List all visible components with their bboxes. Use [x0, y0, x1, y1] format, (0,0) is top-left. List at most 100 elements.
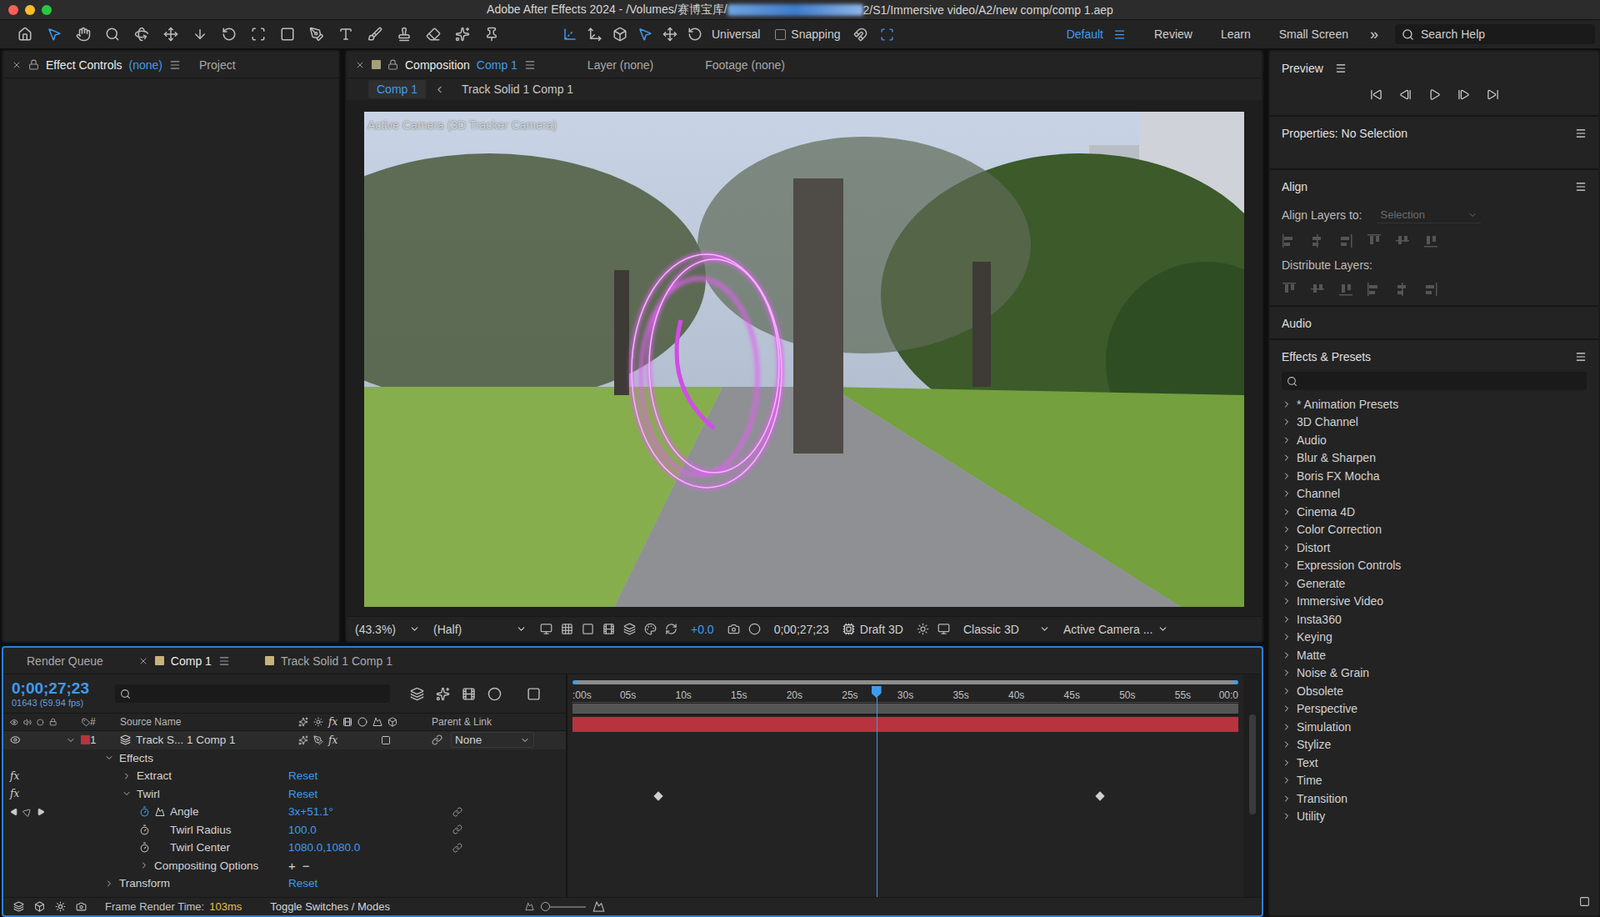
- effect-category[interactable]: Transition: [1281, 789, 1587, 808]
- motion-blur-icon[interactable]: [487, 686, 502, 701]
- property-row[interactable]: Angle3x+51.1°: [3, 802, 566, 821]
- keyframe[interactable]: [1095, 790, 1105, 800]
- tool-button[interactable]: [610, 23, 630, 45]
- frame-blending-icon[interactable]: [461, 686, 476, 701]
- next-keyframe-icon[interactable]: [36, 807, 45, 816]
- layer-duration-bar[interactable]: [572, 716, 1239, 732]
- property-row[interactable]: Twirl Radius100.0: [3, 820, 566, 840]
- workspace-tab[interactable]: Learn: [1220, 27, 1251, 41]
- tool-button[interactable]: [131, 23, 152, 45]
- tool-button[interactable]: [685, 23, 705, 45]
- lock-icon[interactable]: [28, 59, 40, 70]
- menu-icon[interactable]: [218, 655, 230, 667]
- grid-icon[interactable]: [560, 622, 574, 635]
- effect-category[interactable]: Expression Controls: [1281, 556, 1587, 575]
- align-icon[interactable]: [1366, 281, 1382, 297]
- ground-plane-icon[interactable]: [937, 622, 950, 635]
- graph-icon[interactable]: [155, 806, 165, 817]
- panel-tab[interactable]: Project: [199, 58, 236, 72]
- tool-button[interactable]: [44, 23, 65, 45]
- tool-button[interactable]: [394, 23, 415, 45]
- effect-category[interactable]: Insta360: [1281, 610, 1587, 629]
- effect-category[interactable]: Matte: [1281, 645, 1587, 665]
- tool-button[interactable]: [15, 23, 35, 45]
- zoom-dropdown[interactable]: (43.3%): [355, 622, 420, 636]
- quality-icon[interactable]: [313, 735, 324, 745]
- toggle-switches-modes[interactable]: Toggle Switches / Modes: [270, 900, 390, 913]
- workspace-tab[interactable]: Review: [1154, 27, 1193, 41]
- tool-button[interactable]: [660, 23, 680, 45]
- modes-icon[interactable]: [34, 900, 45, 912]
- time-navigator[interactable]: [572, 675, 1239, 688]
- composition-viewer[interactable]: Active Camera (3D Tracker Camera): [346, 100, 1262, 616]
- snapping-toggle[interactable]: Snapping: [775, 27, 840, 41]
- tool-button[interactable]: [190, 23, 210, 45]
- workspace-overflow[interactable]: »: [1370, 25, 1379, 44]
- breadcrumb[interactable]: Track Solid 1 Comp 1: [453, 80, 582, 99]
- property-value[interactable]: 100.0: [288, 823, 453, 836]
- effect-category[interactable]: Utility: [1281, 807, 1587, 826]
- region-icon[interactable]: [602, 622, 615, 635]
- mask-icon[interactable]: [581, 622, 595, 635]
- tool-button[interactable]: [481, 23, 502, 45]
- stopwatch-icon[interactable]: [139, 841, 150, 853]
- workspace-tab[interactable]: Small Screen: [1279, 27, 1349, 41]
- keyframe[interactable]: [653, 790, 663, 800]
- tool-button[interactable]: [160, 23, 181, 45]
- effect-category[interactable]: Cinema 4D: [1281, 502, 1587, 521]
- property-value[interactable]: 1080.0,1080.0: [288, 840, 453, 854]
- parent-dropdown[interactable]: None: [450, 731, 535, 748]
- property-value[interactable]: Reset: [288, 769, 453, 782]
- zoom-in-icon[interactable]: [592, 900, 605, 913]
- shy-icon[interactable]: [298, 735, 309, 745]
- snapshot-icon[interactable]: [727, 622, 740, 635]
- audio-icon[interactable]: [23, 716, 32, 728]
- effect-category[interactable]: Obsolete: [1281, 681, 1587, 700]
- panel-tab[interactable]: Layer (none): [587, 58, 654, 72]
- snapping-checkbox[interactable]: [775, 29, 786, 40]
- effect-category[interactable]: Perspective: [1281, 700, 1587, 719]
- rotate-mode[interactable]: Universal: [711, 27, 760, 41]
- property-value[interactable]: Reset: [288, 787, 453, 800]
- lock-icon[interactable]: [49, 716, 57, 727]
- fast-preview-icon[interactable]: [540, 622, 553, 635]
- align-icon[interactable]: [1395, 233, 1410, 249]
- eye-icon[interactable]: [10, 734, 21, 745]
- align-icon[interactable]: [1395, 281, 1410, 297]
- close-icon[interactable]: [138, 655, 149, 666]
- effect-category[interactable]: Blur & Sharpen: [1281, 449, 1587, 468]
- menu-icon[interactable]: [1575, 180, 1587, 193]
- effect-category[interactable]: Keying: [1281, 628, 1587, 647]
- tool-button[interactable]: [335, 23, 356, 45]
- effect-row[interactable]: fxTwirlReset: [3, 785, 566, 804]
- align-icon[interactable]: [1310, 281, 1325, 297]
- tool-button[interactable]: [877, 23, 898, 45]
- viewer-timecode[interactable]: 0;00;27;23: [774, 622, 830, 636]
- workspace-tab[interactable]: Default: [1066, 27, 1126, 41]
- 3d-switch-icon[interactable]: [380, 735, 391, 745]
- effect-category[interactable]: Channel: [1281, 485, 1587, 504]
- align-icon[interactable]: [1423, 233, 1439, 249]
- current-time[interactable]: 0;00;27;2301643 (59.94 fps): [11, 679, 104, 708]
- close-icon[interactable]: [11, 60, 22, 70]
- effect-category[interactable]: 3D Channel: [1281, 413, 1587, 432]
- search-help[interactable]: Search Help: [1395, 24, 1595, 45]
- chevron-down-icon[interactable]: [104, 752, 115, 763]
- tool-button[interactable]: [248, 23, 269, 45]
- chevron-down-icon[interactable]: [65, 735, 76, 745]
- layer-row[interactable]: 1Track S... 1 Comp 1fxNone: [3, 730, 566, 750]
- exposure-value[interactable]: +0.0: [690, 622, 715, 636]
- property-row[interactable]: Twirl Center1080.0,1080.0: [3, 838, 566, 857]
- pickwhip-icon[interactable]: [431, 734, 443, 745]
- align-to-dropdown[interactable]: Selection: [1377, 206, 1481, 224]
- render-icon[interactable]: [75, 900, 87, 912]
- previous-keyframe-icon[interactable]: [10, 807, 19, 816]
- panel-tab[interactable]: CompositionComp 1: [355, 58, 536, 72]
- effect-category[interactable]: Simulation: [1281, 717, 1587, 736]
- add-keyframe-icon[interactable]: [21, 805, 34, 818]
- effect-category[interactable]: Immersive Video: [1281, 592, 1587, 611]
- tool-button[interactable]: [102, 23, 123, 45]
- tool-button[interactable]: [219, 23, 240, 45]
- menu-icon[interactable]: [1575, 350, 1587, 363]
- remove-option-button[interactable]: −: [302, 858, 310, 873]
